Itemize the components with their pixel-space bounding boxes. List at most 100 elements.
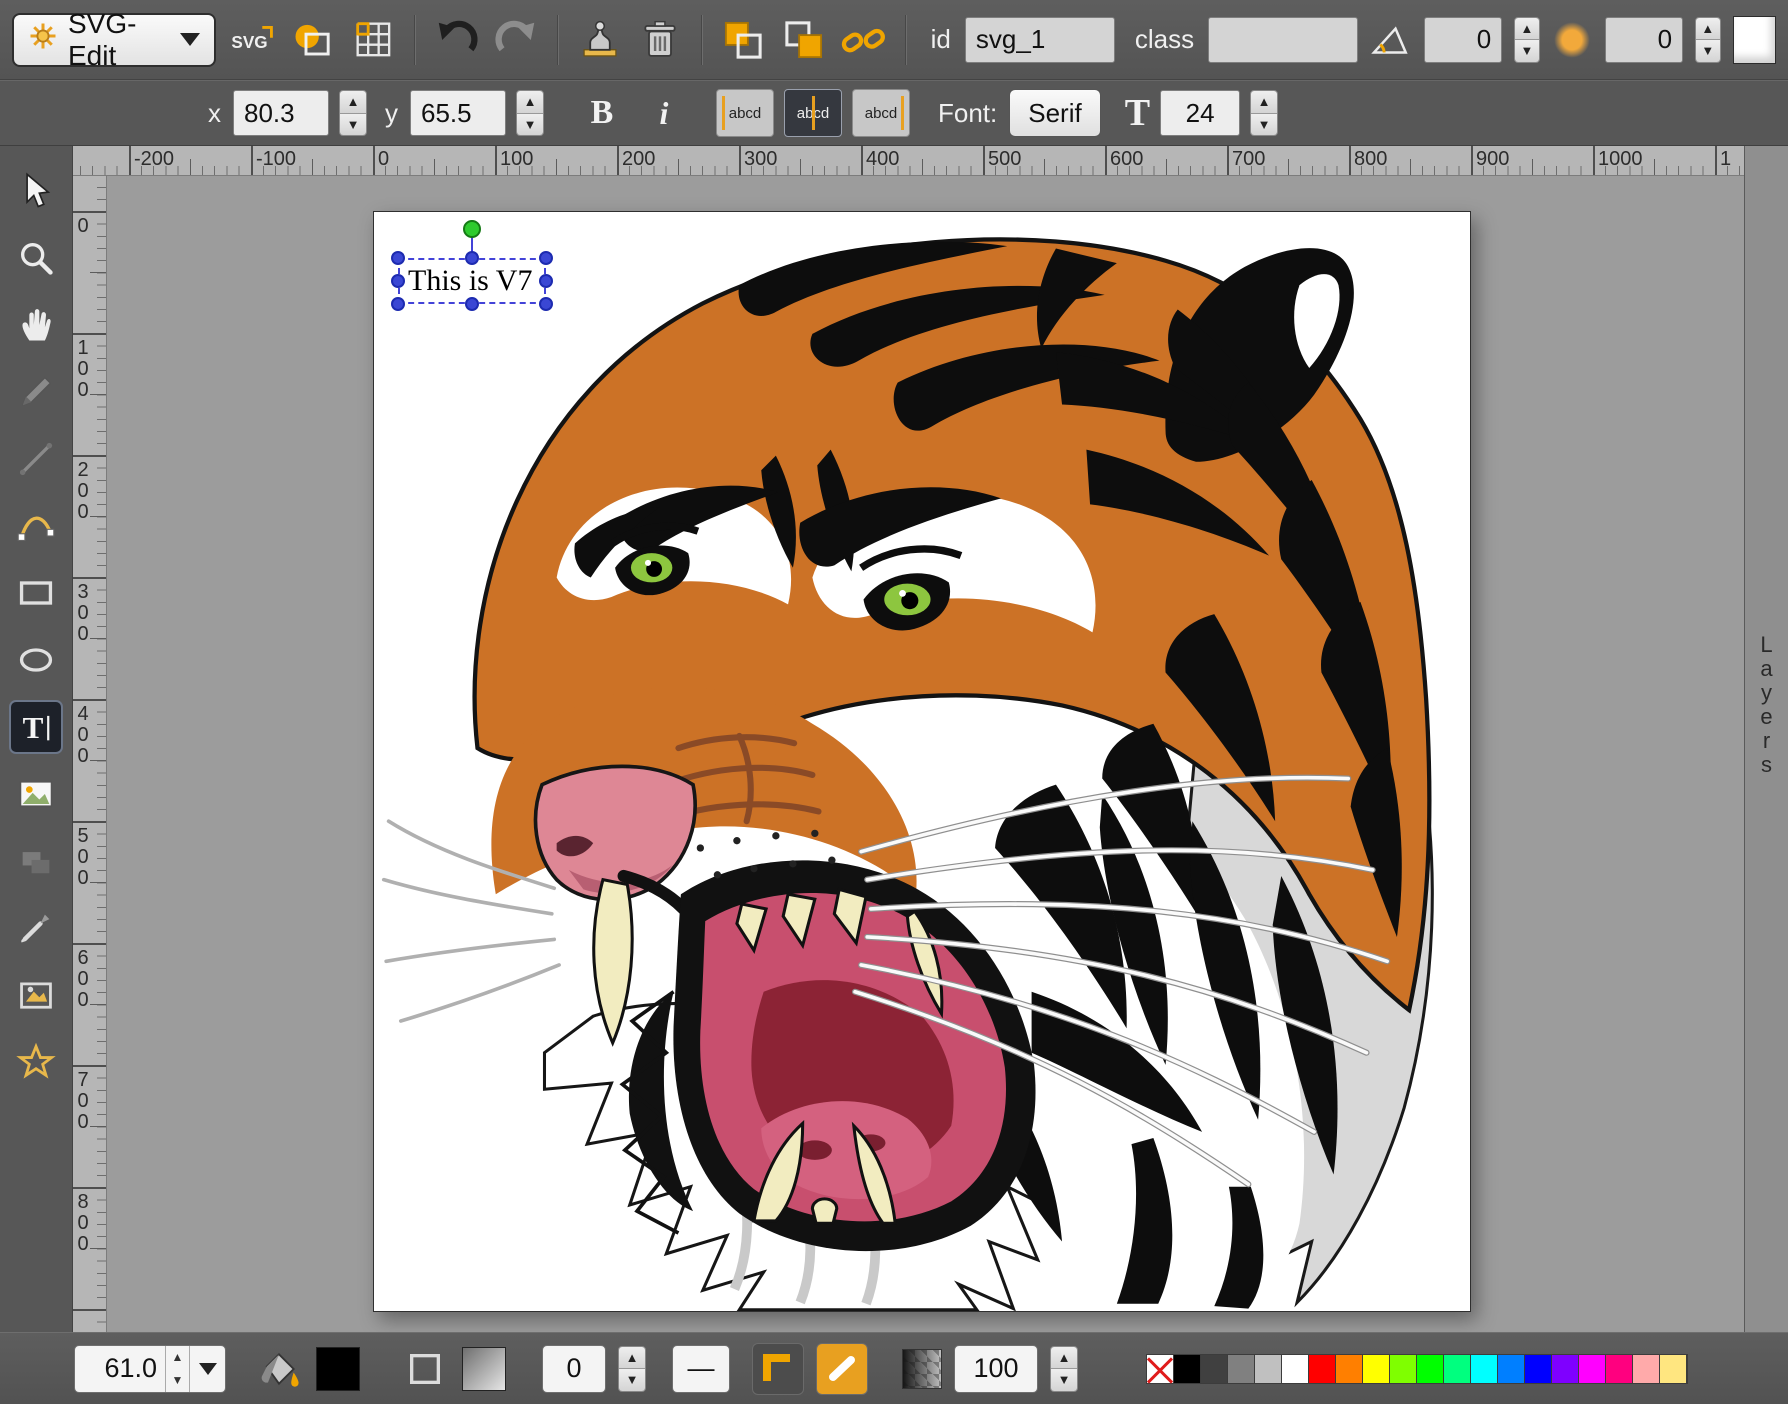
palette-swatch[interactable]	[1444, 1355, 1471, 1383]
fill-color-swatch[interactable]	[316, 1347, 360, 1391]
tool-shape-library[interactable]	[9, 834, 63, 888]
y-stepper[interactable]: ▲▼	[516, 90, 544, 136]
stroke-color-swatch[interactable]	[462, 1347, 506, 1391]
tiger-artwork[interactable]	[374, 212, 1470, 1311]
class-label: class	[1135, 24, 1194, 55]
palette-swatch[interactable]	[1255, 1355, 1282, 1383]
palette-swatch[interactable]	[1471, 1355, 1498, 1383]
make-link-button[interactable]	[840, 13, 889, 67]
resize-handle-ne[interactable]	[539, 251, 553, 265]
zoom-control[interactable]: 61.0 ▲▼	[74, 1345, 226, 1393]
text-anchor-end-button[interactable]: abcd	[852, 89, 910, 137]
main-menu-button[interactable]: SVG-Edit	[12, 13, 216, 67]
palette-swatch[interactable]	[1228, 1355, 1255, 1383]
canvas-surface[interactable]: This is V7	[373, 211, 1471, 1312]
tool-zoom[interactable]	[9, 231, 63, 285]
palette-swatch[interactable]	[1579, 1355, 1606, 1383]
linejoin-button[interactable]	[752, 1343, 804, 1395]
star-icon	[16, 1042, 56, 1082]
color-palette	[1146, 1354, 1688, 1384]
text-anchor-middle-button[interactable]: abcd	[784, 89, 842, 137]
move-to-front-button[interactable]	[779, 13, 828, 67]
ruler-label: 800	[1354, 148, 1387, 171]
source-icon: SVG	[229, 24, 275, 56]
palette-swatch[interactable]	[1282, 1355, 1309, 1383]
tool-line[interactable]	[9, 432, 63, 486]
font-size-input[interactable]	[1160, 90, 1240, 136]
tool-rectangle[interactable]	[9, 566, 63, 620]
palette-none-swatch[interactable]	[1147, 1355, 1174, 1383]
x-stepper[interactable]: ▲▼	[339, 90, 367, 136]
resize-handle-nw[interactable]	[391, 251, 405, 265]
palette-swatch[interactable]	[1174, 1355, 1201, 1383]
layers-panel-toggle[interactable]: Layers	[1744, 146, 1788, 1332]
clone-button[interactable]	[575, 13, 624, 67]
angle-input[interactable]	[1424, 17, 1502, 63]
palette-swatch[interactable]	[1498, 1355, 1525, 1383]
palette-swatch[interactable]	[1606, 1355, 1633, 1383]
tool-pencil[interactable]	[9, 365, 63, 419]
stroke-width-input[interactable]: 0	[542, 1345, 606, 1393]
element-class-input[interactable]	[1208, 17, 1358, 63]
move-to-back-button[interactable]	[719, 13, 768, 67]
palette-swatch[interactable]	[1552, 1355, 1579, 1383]
resize-handle-sw[interactable]	[391, 297, 405, 311]
grid-button[interactable]	[349, 13, 398, 67]
wireframe-button[interactable]	[289, 13, 338, 67]
italic-button[interactable]: i	[638, 87, 690, 139]
blur-stepper[interactable]: ▲▼	[1695, 17, 1720, 63]
palette-swatch[interactable]	[1390, 1355, 1417, 1383]
resize-handle-se[interactable]	[539, 297, 553, 311]
canvas-viewport[interactable]: This is V7	[107, 176, 1744, 1332]
tool-eyedropper[interactable]	[9, 901, 63, 955]
resize-handle-n[interactable]	[465, 251, 479, 265]
palette-swatch[interactable]	[1309, 1355, 1336, 1383]
opacity-input[interactable]: 100	[954, 1345, 1038, 1393]
delete-button[interactable]	[636, 13, 685, 67]
tool-star[interactable]	[9, 1035, 63, 1089]
selection-box[interactable]	[398, 258, 546, 304]
resize-handle-e[interactable]	[539, 274, 553, 288]
element-id-input[interactable]	[965, 17, 1115, 63]
y-coordinate-input[interactable]	[410, 90, 506, 136]
font-size-stepper[interactable]: ▲▼	[1250, 90, 1278, 136]
x-coordinate-input[interactable]	[233, 90, 329, 136]
bold-button[interactable]: B	[576, 87, 628, 139]
font-family-button[interactable]: Serif	[1009, 89, 1100, 137]
source-editor-button[interactable]: SVG	[228, 13, 277, 67]
tool-library[interactable]	[9, 968, 63, 1022]
angle-stepper[interactable]: ▲▼	[1514, 17, 1539, 63]
linecap-button[interactable]	[816, 1343, 868, 1395]
opacity-stepper[interactable]: ▲▼	[1050, 1346, 1078, 1392]
redo-button[interactable]	[493, 13, 542, 67]
palette-swatch[interactable]	[1201, 1355, 1228, 1383]
tool-pan[interactable]	[9, 298, 63, 352]
palette-swatch[interactable]	[1633, 1355, 1660, 1383]
tool-image[interactable]	[9, 767, 63, 821]
stroke-dash-select[interactable]: —	[672, 1345, 730, 1393]
undo-button[interactable]	[432, 13, 481, 67]
palette-swatch[interactable]	[1525, 1355, 1552, 1383]
wireframe-icon	[292, 19, 334, 61]
blur-input[interactable]	[1605, 17, 1683, 63]
palette-swatch[interactable]	[1660, 1355, 1687, 1383]
tool-ellipse[interactable]	[9, 633, 63, 687]
zoom-dropdown-button[interactable]	[189, 1346, 225, 1392]
resize-handle-w[interactable]	[391, 274, 405, 288]
tool-text[interactable]: T	[9, 700, 63, 754]
tool-path[interactable]	[9, 499, 63, 553]
ruler-label: 100	[500, 148, 533, 171]
stroke-width-stepper[interactable]: ▲▼	[618, 1346, 646, 1392]
hand-icon	[16, 305, 56, 345]
rotate-handle[interactable]	[463, 220, 481, 238]
resize-handle-s[interactable]	[465, 297, 479, 311]
angle-icon	[1370, 13, 1412, 67]
palette-swatch[interactable]	[1336, 1355, 1363, 1383]
eyedropper-icon	[16, 908, 56, 948]
tool-select[interactable]	[9, 164, 63, 218]
zoom-stepper[interactable]: ▲▼	[165, 1346, 189, 1392]
text-anchor-start-button[interactable]: abcd	[716, 89, 774, 137]
palette-swatch[interactable]	[1417, 1355, 1444, 1383]
quick-color-swatch[interactable]	[1733, 16, 1776, 64]
palette-swatch[interactable]	[1363, 1355, 1390, 1383]
